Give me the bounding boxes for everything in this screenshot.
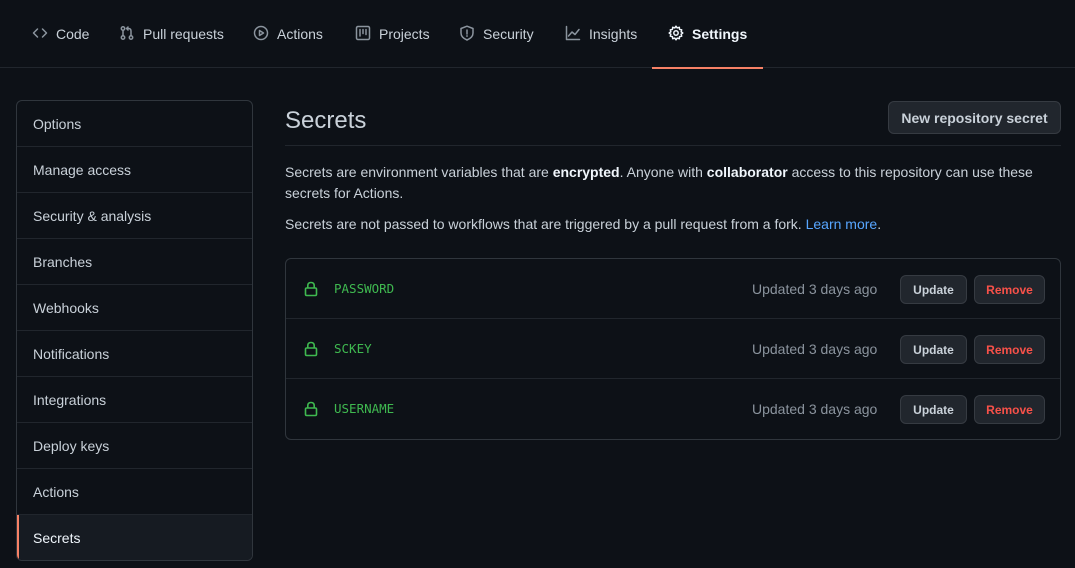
secrets-description: Secrets are environment variables that a… (285, 164, 1033, 201)
sidebar-item-label: Manage access (33, 161, 132, 178)
secrets-list: PASSWORD Updated 3 days ago Update Remov… (285, 258, 1061, 440)
update-button[interactable]: Update (900, 335, 967, 364)
secret-row: PASSWORD Updated 3 days ago Update Remov… (286, 259, 1060, 319)
sidebar-item-notifications[interactable]: Notifications (17, 331, 252, 377)
sidebar-item-label: Actions (33, 483, 79, 500)
remove-button[interactable]: Remove (974, 335, 1045, 364)
tab-label: Projects (379, 26, 430, 42)
page-title: Secrets (285, 107, 367, 134)
tab-label: Insights (589, 26, 638, 42)
secret-updated: Updated 3 days ago (752, 341, 878, 357)
sidebar-item-label: Webhooks (33, 299, 99, 316)
secret-row: SCKEY Updated 3 days ago Update Remove (286, 319, 1060, 379)
sidebar-item-label: Integrations (33, 391, 107, 408)
repo-tab-nav: Code Pull requests Actions Projects Secu… (0, 0, 1075, 69)
secrets-main: Secrets New repository secret Secrets ar… (285, 100, 1061, 440)
fork-notice: Secrets are not passed to workflows that… (285, 216, 882, 232)
tab-label: Settings (692, 26, 748, 42)
tab-projects[interactable]: Projects (355, 0, 430, 68)
tab-label: Code (56, 26, 90, 42)
sidebar-item-deploy-keys[interactable]: Deploy keys (17, 423, 252, 469)
lock-icon (304, 401, 318, 417)
secret-updated: Updated 3 days ago (752, 281, 878, 297)
code-icon (32, 25, 48, 44)
sidebar-item-security-analysis[interactable]: Security & analysis (17, 193, 252, 239)
shield-icon (459, 24, 475, 44)
page-header: Secrets New repository secret (285, 100, 1061, 146)
secret-name: PASSWORD (334, 281, 395, 296)
tab-security[interactable]: Security (459, 0, 534, 68)
graph-icon (565, 25, 581, 44)
learn-more-link[interactable]: Learn more (806, 216, 878, 232)
sidebar-item-label: Deploy keys (33, 437, 110, 454)
gear-icon (668, 24, 684, 44)
sidebar-item-label: Options (33, 115, 82, 132)
sidebar-item-integrations[interactable]: Integrations (17, 377, 252, 423)
update-button[interactable]: Update (900, 395, 967, 424)
sidebar-item-branches[interactable]: Branches (17, 239, 252, 285)
sidebar-item-label: Secrets (33, 530, 81, 546)
tab-code[interactable]: Code (32, 0, 89, 68)
tab-label: Actions (277, 26, 323, 42)
tab-pull-requests[interactable]: Pull requests (119, 0, 224, 68)
sidebar-item-label: Branches (33, 253, 93, 270)
sidebar-item-secrets[interactable]: Secrets (17, 515, 252, 560)
new-repository-secret-button[interactable]: New repository secret (888, 101, 1061, 134)
play-icon (253, 25, 269, 44)
lock-icon (304, 341, 318, 357)
tab-settings[interactable]: Settings (651, 0, 764, 69)
sidebar-item-manage-access[interactable]: Manage access (17, 147, 252, 193)
remove-button[interactable]: Remove (974, 275, 1045, 304)
secret-name: SCKEY (334, 341, 372, 356)
sidebar-item-actions[interactable]: Actions (17, 469, 252, 515)
settings-sidebar: Options Manage access Security & analysi… (16, 100, 253, 561)
secret-updated: Updated 3 days ago (752, 401, 878, 417)
tab-actions[interactable]: Actions (253, 0, 323, 68)
tab-insights[interactable]: Insights (565, 0, 637, 68)
secret-row: USERNAME Updated 3 days ago Update Remov… (286, 379, 1060, 439)
sidebar-item-webhooks[interactable]: Webhooks (17, 285, 252, 331)
sidebar-item-options[interactable]: Options (17, 101, 252, 147)
update-button[interactable]: Update (900, 275, 967, 304)
pull-request-icon (119, 25, 135, 44)
project-icon (355, 25, 371, 44)
tab-label: Security (483, 26, 534, 42)
sidebar-item-label: Security & analysis (33, 207, 152, 224)
secret-name: USERNAME (334, 401, 395, 416)
tab-label: Pull requests (143, 26, 224, 42)
sidebar-item-label: Notifications (33, 345, 110, 362)
remove-button[interactable]: Remove (974, 395, 1045, 424)
lock-icon (304, 281, 318, 297)
